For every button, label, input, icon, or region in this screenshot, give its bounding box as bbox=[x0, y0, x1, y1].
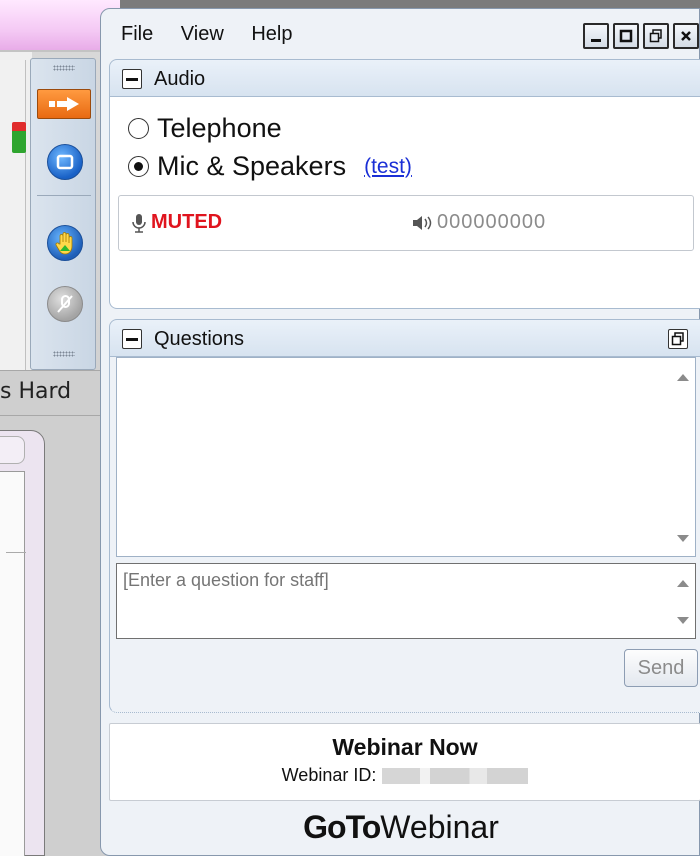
maximize-icon bbox=[619, 29, 633, 43]
audio-test-link[interactable]: (test) bbox=[364, 155, 412, 179]
disabled-control-button bbox=[47, 286, 83, 322]
scroll-up-icon[interactable] bbox=[677, 374, 689, 381]
webinar-info-box: Webinar Now Webinar ID: bbox=[109, 723, 700, 801]
menu-help[interactable]: Help bbox=[251, 23, 292, 45]
toolbar-grip-bottom[interactable] bbox=[53, 351, 75, 357]
muted-label: MUTED bbox=[151, 211, 223, 233]
questions-section-title: Questions bbox=[154, 328, 245, 350]
telephone-option[interactable]: Telephone bbox=[128, 113, 282, 144]
background-window-content bbox=[0, 471, 26, 856]
background-ribbon bbox=[0, 60, 26, 370]
scroll-down-icon[interactable] bbox=[677, 617, 689, 624]
screen-icon bbox=[56, 154, 74, 170]
show-hide-panel-button[interactable] bbox=[37, 89, 91, 119]
background-window bbox=[0, 430, 45, 856]
question-input-box[interactable] bbox=[116, 563, 696, 639]
mic-speakers-label: Mic & Speakers bbox=[157, 151, 347, 181]
mute-status[interactable]: MUTED bbox=[131, 211, 222, 234]
mic-speakers-option[interactable]: Mic & Speakers (test) bbox=[128, 151, 412, 182]
scroll-down-icon[interactable] bbox=[677, 535, 689, 542]
audio-section-header: Audio bbox=[109, 59, 700, 97]
question-input[interactable] bbox=[117, 564, 673, 638]
questions-section-body: Send bbox=[109, 357, 700, 713]
screen-toggle-button[interactable] bbox=[47, 144, 83, 180]
minimize-icon bbox=[591, 39, 601, 42]
speaker-icon bbox=[413, 215, 432, 230]
gotowebinar-control-panel: File View Help Audio Telephone Mic & Spe… bbox=[100, 8, 700, 856]
background-green-tab bbox=[12, 131, 26, 153]
speaker-level-meter: 000000000 bbox=[411, 211, 546, 234]
microphone-icon bbox=[132, 213, 146, 233]
webinar-id-row: Webinar ID: bbox=[110, 765, 700, 786]
control-toolbar bbox=[30, 58, 96, 370]
restore-icon bbox=[649, 29, 662, 43]
audio-section-body: Telephone Mic & Speakers (test) MUTED 00… bbox=[109, 97, 700, 309]
restore-button[interactable] bbox=[643, 23, 669, 49]
toolbar-grip-top[interactable] bbox=[53, 65, 75, 71]
window-controls bbox=[583, 23, 699, 49]
toolbar-separator bbox=[37, 195, 91, 196]
audio-status-box: MUTED 000000000 bbox=[118, 195, 694, 251]
close-icon bbox=[681, 31, 691, 41]
scroll-up-icon[interactable] bbox=[677, 580, 689, 587]
level-meter-digits: 000000000 bbox=[437, 211, 547, 233]
audio-collapse-button[interactable] bbox=[122, 69, 142, 89]
maximize-button[interactable] bbox=[613, 23, 639, 49]
menu-view[interactable]: View bbox=[181, 23, 224, 45]
minimize-button[interactable] bbox=[583, 23, 609, 49]
telephone-radio[interactable] bbox=[128, 118, 149, 139]
brand-goto: GoTo bbox=[303, 809, 381, 845]
mic-speakers-radio[interactable] bbox=[128, 156, 149, 177]
question-input-scrollbar[interactable] bbox=[671, 564, 695, 638]
questions-log-scrollbar[interactable] bbox=[671, 358, 695, 556]
questions-collapse-button[interactable] bbox=[122, 329, 142, 349]
arrow-right-icon bbox=[49, 97, 79, 111]
raise-hand-button[interactable] bbox=[47, 225, 83, 261]
brand-webinar: Webinar bbox=[380, 809, 499, 845]
telephone-label: Telephone bbox=[157, 113, 282, 143]
popout-icon bbox=[671, 332, 684, 346]
audio-section-title: Audio bbox=[154, 68, 206, 90]
webinar-id-redacted bbox=[382, 767, 529, 784]
hand-raise-icon bbox=[55, 232, 73, 255]
mic-disabled-icon bbox=[57, 295, 73, 313]
gotowebinar-logo: GoToWebinar bbox=[101, 809, 700, 846]
questions-section-header: Questions bbox=[109, 319, 700, 357]
webinar-name: Webinar Now bbox=[332, 734, 478, 760]
questions-popout-button[interactable] bbox=[668, 329, 688, 349]
webinar-id-label: Webinar ID: bbox=[281, 765, 377, 785]
close-button[interactable] bbox=[673, 23, 699, 49]
send-button[interactable]: Send bbox=[624, 649, 698, 687]
background-window-tab bbox=[0, 436, 25, 464]
background-text: s Hard bbox=[0, 379, 72, 404]
background-window-divider bbox=[6, 552, 26, 852]
menu-file[interactable]: File bbox=[121, 23, 153, 45]
questions-log bbox=[116, 357, 696, 557]
